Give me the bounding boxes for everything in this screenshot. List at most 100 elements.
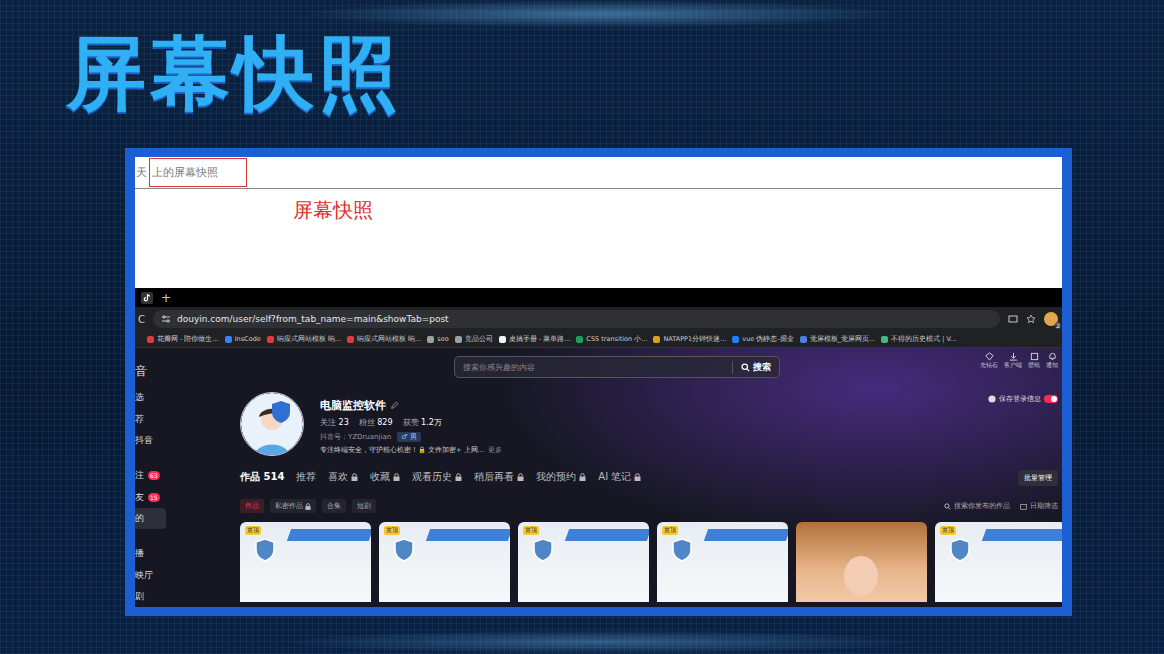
video-card[interactable]: 置顶 xyxy=(379,522,510,602)
header-action[interactable]: 壁纸 xyxy=(1028,352,1040,369)
sidebar-item[interactable]: 剧 xyxy=(135,586,166,607)
save-login-toggle[interactable] xyxy=(1044,395,1058,403)
profile-tab[interactable]: 稍后再看 xyxy=(474,470,524,486)
action-icon xyxy=(1048,352,1057,361)
sidebar-item[interactable]: 播 xyxy=(135,543,166,564)
profile-tab[interactable]: AI 笔记 xyxy=(598,470,641,486)
note-body: 屏幕快照 xyxy=(135,189,1062,224)
more-link[interactable]: 更多 xyxy=(488,446,502,455)
action-icon xyxy=(1009,352,1018,361)
user-avatar[interactable] xyxy=(240,392,304,456)
bookmark[interactable]: 不得的历史模式 | V... xyxy=(881,335,956,344)
header-action[interactable]: 客户端 xyxy=(1004,352,1022,369)
top-bar: 搜索你感兴趣的内容 搜索 充钻石 客户端 壁纸 通知 xyxy=(175,348,1058,378)
bookmark[interactable]: InsCode xyxy=(225,335,261,343)
profile-section: 电脑监控软件 关注 23 粉丝 829 获赞 1.2万 抖音号：YZDruanjia… xyxy=(240,392,1058,456)
pinned-tag: 置顶 xyxy=(245,526,261,535)
sidebar-item[interactable]: 的 xyxy=(135,508,166,529)
bookmark[interactable]: NATAPP1分钟快速... xyxy=(653,335,726,344)
reload-button[interactable]: C xyxy=(138,314,145,325)
date-filter[interactable]: 日期筛选 xyxy=(1020,502,1058,511)
subtab[interactable]: 合集 xyxy=(322,499,346,513)
profile-avatar[interactable]: 2 xyxy=(1044,312,1058,326)
sidebar-item[interactable]: 注 63 xyxy=(135,465,166,486)
shield-icon xyxy=(254,538,276,562)
notification-badge: 15 xyxy=(148,493,160,502)
video-card[interactable] xyxy=(796,522,927,602)
stat[interactable]: 获赞 1.2万 xyxy=(403,417,442,428)
sidebar-item[interactable]: 抖音 xyxy=(135,430,166,451)
bookmark[interactable]: 响应式网站模板 响... xyxy=(267,335,341,344)
sidebar: 音选 荐 抖音 注 63友 15的 播 映厅 剧 xyxy=(135,348,175,607)
sidebar-logo[interactable]: 音 xyxy=(135,360,175,383)
action-icon xyxy=(1030,352,1039,361)
profile-tab[interactable]: 作品 514 xyxy=(240,470,284,486)
video-card[interactable]: 置顶 xyxy=(657,522,788,602)
tiktok-icon[interactable] xyxy=(141,292,153,304)
slide: 屏幕快照 天 上的屏幕快照 屏幕快照 + C douyin.com/user/s… xyxy=(0,0,1164,654)
video-grid: 置顶 置顶 置顶 置顶 置顶 xyxy=(240,522,1058,602)
bookmark-icon xyxy=(881,336,888,343)
sidebar-item[interactable]: 映厅 xyxy=(135,564,166,585)
action-icon xyxy=(985,352,994,361)
url-field[interactable]: douyin.com/user/self?from_tab_name=main&… xyxy=(153,310,1000,328)
batch-manage-button[interactable]: 批量管理 xyxy=(1018,470,1058,486)
video-card[interactable]: 置顶 xyxy=(935,522,1062,602)
search-bar: 搜索你感兴趣的内容 搜索 xyxy=(454,356,780,378)
header-action[interactable]: 通知 xyxy=(1046,352,1058,369)
search-icon xyxy=(944,503,951,510)
bookmark-icon xyxy=(576,336,583,343)
id-row: 抖音号：YZDruanjian ♂ 男 xyxy=(320,432,502,442)
pinned-tag: 置顶 xyxy=(523,526,539,535)
bookmark[interactable]: 竞品公司 xyxy=(455,335,493,344)
bookmark[interactable]: 桌搞手册 - 菜单路... xyxy=(499,335,571,344)
install-icon[interactable] xyxy=(1008,314,1018,324)
subtab[interactable]: 作品 xyxy=(240,499,264,513)
url-text: douyin.com/user/self?from_tab_name=main&… xyxy=(177,314,449,324)
bookmark[interactable]: seo xyxy=(427,335,448,343)
stat[interactable]: 关注 23 xyxy=(320,417,349,428)
bookmark-icon xyxy=(732,336,739,343)
sidebar-item[interactable]: 友 15 xyxy=(135,487,166,508)
profile-tab[interactable]: 观看历史 xyxy=(412,470,462,486)
profile-tab[interactable]: 收藏 xyxy=(370,470,400,486)
thumbnail-ribbon xyxy=(426,529,510,541)
user-name: 电脑监控软件 xyxy=(320,398,502,413)
highlighted-text: 上的屏幕快照 xyxy=(149,158,247,187)
profile-tab[interactable]: 喜欢 xyxy=(328,470,358,486)
sidebar-item[interactable]: 选 xyxy=(135,387,166,408)
tab-strip: + xyxy=(135,288,1062,307)
bookmark[interactable]: CSS transition 小... xyxy=(576,335,647,344)
search-input[interactable]: 搜索你感兴趣的内容 xyxy=(455,362,732,373)
bookmark[interactable]: 花瓣网 - 陪你做生... xyxy=(147,335,219,344)
thumbnail-figure xyxy=(844,556,878,596)
site-settings-icon[interactable] xyxy=(161,315,171,323)
bookmark[interactable]: 响应式网站模板 响... xyxy=(347,335,421,344)
header-action[interactable]: 充钻石 xyxy=(980,352,998,369)
user-id: 抖音号：YZDruanjian xyxy=(320,432,391,442)
sidebar-item[interactable]: 荐 xyxy=(135,409,166,430)
video-card[interactable]: 置顶 xyxy=(518,522,649,602)
profile-tab[interactable]: 推荐 xyxy=(296,470,316,486)
stat[interactable]: 粉丝 829 xyxy=(359,417,393,428)
search-icon xyxy=(741,363,750,372)
bookmark[interactable]: 觉屏模板_觉屏网页... xyxy=(800,335,875,344)
edit-icon[interactable] xyxy=(390,402,398,410)
subtab[interactable]: 私密作品 xyxy=(270,499,316,513)
subtab[interactable]: 短剧 xyxy=(352,499,376,513)
star-icon[interactable] xyxy=(1026,314,1036,324)
thumbnail-ribbon xyxy=(982,529,1062,541)
video-card[interactable]: 置顶 xyxy=(240,522,371,602)
bookmark-icon xyxy=(147,336,154,343)
bookmark[interactable]: vue 伪静态-掘金 xyxy=(732,335,793,344)
search-button[interactable]: 搜索 xyxy=(732,361,779,374)
pinned-tag: 置顶 xyxy=(384,526,400,535)
pinned-tag: 置顶 xyxy=(940,526,956,535)
lock-icon xyxy=(393,473,400,481)
lock-icon xyxy=(517,473,524,481)
profile-tab[interactable]: 我的预约 xyxy=(536,470,586,486)
new-tab-button[interactable]: + xyxy=(161,291,171,305)
works-search[interactable]: 搜索你发布的作品 xyxy=(944,502,1010,511)
douyin-page: 音选 荐 抖音 注 63友 15的 播 映厅 剧 搜索你感兴趣的内容 搜索 充钻… xyxy=(135,348,1062,607)
note-prefix: 天 xyxy=(135,165,147,180)
